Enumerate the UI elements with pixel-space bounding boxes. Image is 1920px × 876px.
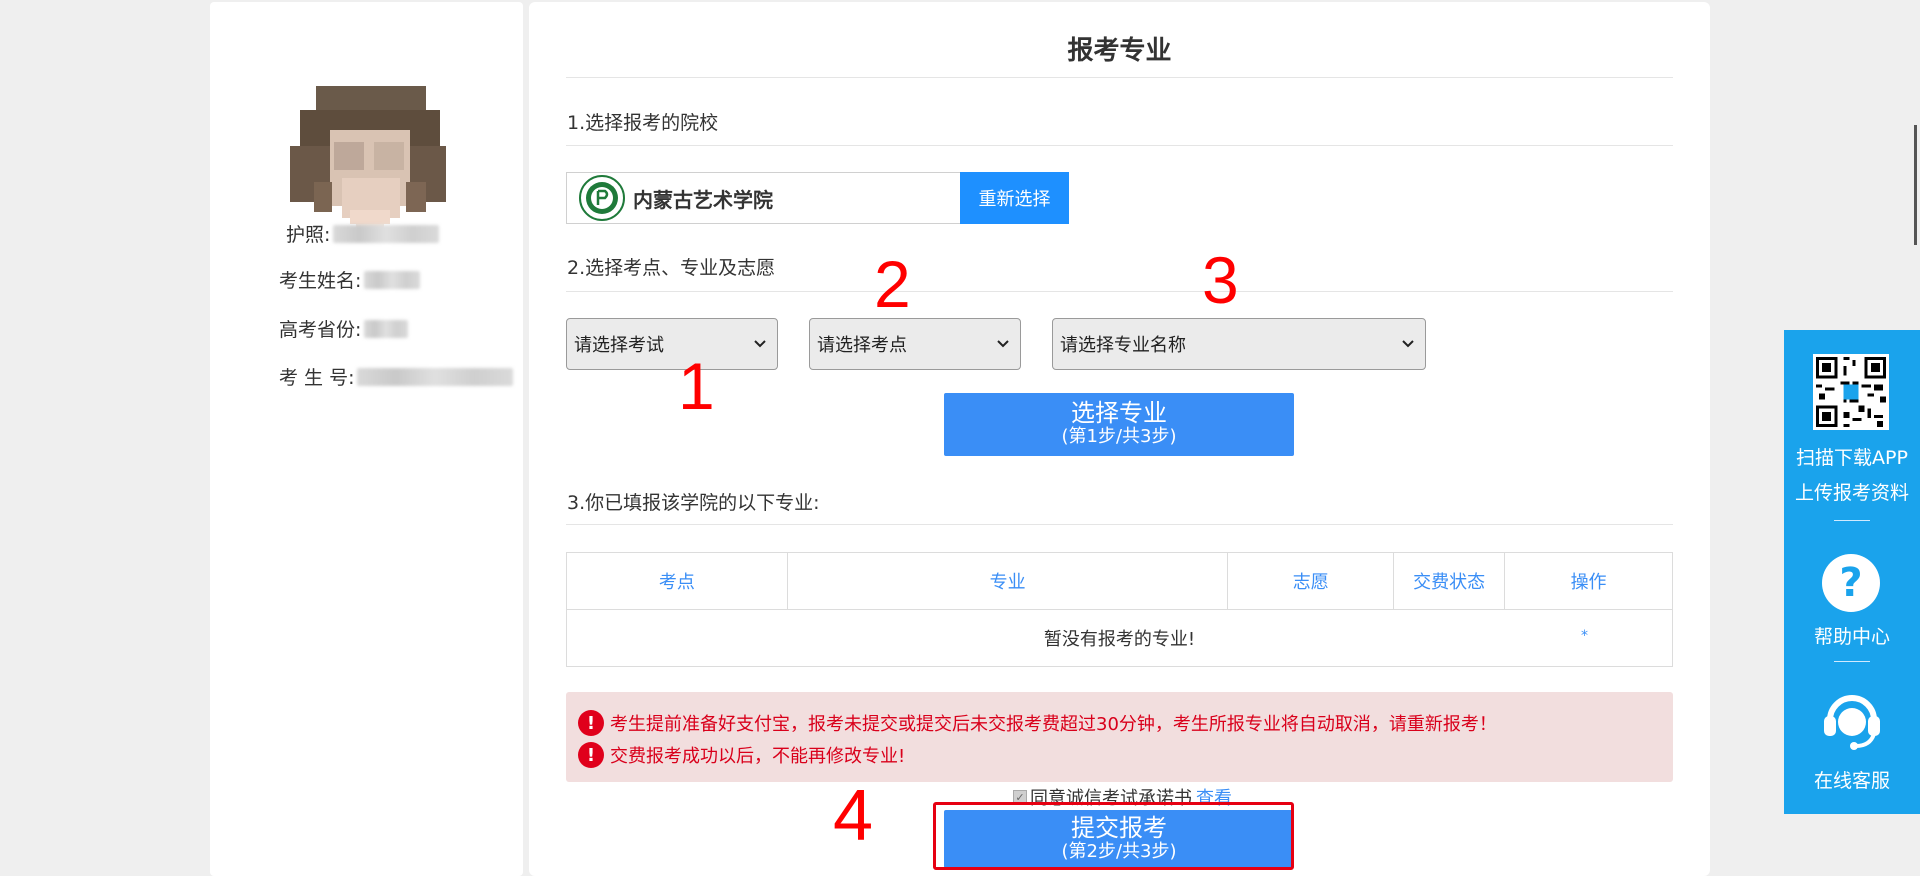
step3-title: 3.你已填报该学院的以下专业: [567, 492, 820, 514]
choose-major-button[interactable]: 选择专业 (第1步/共3步) [944, 393, 1294, 456]
col-header-major: 专业 [786, 552, 1229, 610]
province-row: 高考省份: [279, 315, 409, 342]
upload-materials-label[interactable]: 上传报考资料 [1784, 478, 1920, 505]
col-header-site: 考点 [566, 552, 788, 610]
divider [566, 524, 1673, 525]
passport-label: 护照: [286, 224, 331, 246]
registered-majors-table: 考点 专业 志愿 交费状态 操作 暂没有报考的专业! * [566, 552, 1673, 667]
chevron-down-icon [997, 340, 1009, 348]
site-select[interactable]: 请选择考点 [809, 318, 1021, 370]
help-icon[interactable]: ? [1822, 554, 1880, 612]
exclamation-icon: ! [578, 742, 604, 768]
scrollbar-thumb[interactable] [1914, 125, 1917, 245]
online-service-label[interactable]: 在线客服 [1784, 766, 1920, 793]
col-header-action: 操作 [1504, 552, 1673, 610]
passport-row: 护照: [286, 220, 440, 247]
page-title: 报考专业 [1067, 36, 1172, 66]
site-select-value: 请选择考点 [817, 335, 907, 356]
chevron-down-icon [754, 340, 766, 348]
exam-select[interactable]: 请选择考试 [566, 318, 778, 370]
profile-panel: 护照: 考生姓名: 高考省份: 考 生 号: [210, 2, 523, 876]
exam-select-value: 请选择考试 [574, 335, 664, 356]
qr-code-icon[interactable] [1813, 354, 1889, 430]
major-select-value: 请选择专业名称 [1060, 335, 1186, 356]
sidebar-divider [1834, 520, 1870, 521]
province-value-redacted [364, 319, 409, 338]
col-header-preference: 志愿 [1227, 552, 1395, 610]
empty-message: 暂没有报考的专业! * [566, 609, 1673, 667]
passport-value-redacted [333, 224, 440, 243]
scan-download-label[interactable]: 扫描下载APP [1784, 443, 1920, 470]
sidebar-divider [1834, 661, 1870, 662]
divider [566, 145, 1673, 146]
name-value-redacted [364, 270, 421, 289]
exam-no-value-redacted [357, 367, 514, 386]
floating-sidebar: 扫描下载APP 上传报考资料 ? 帮助中心 在线客服 [1784, 330, 1920, 814]
alert-line-1: ! 考生提前准备好支付宝，报考未提交或提交后未交报考费超过30分钟，考生所报专业… [578, 710, 1497, 736]
annotation-4: 4 [833, 776, 874, 856]
exam-no-label: 考 生 号: [279, 367, 355, 389]
empty-dot: * [1581, 628, 1588, 644]
major-select[interactable]: 请选择专业名称 [1052, 318, 1426, 370]
annotation-submit-outline [933, 802, 1294, 870]
step1-title: 1.选择报考的院校 [567, 112, 719, 134]
annotation-3: 3 [1202, 243, 1239, 317]
divider [566, 291, 1673, 292]
col-header-payment: 交费状态 [1393, 552, 1506, 610]
table-header-row: 考点 专业 志愿 交费状态 操作 [566, 552, 1673, 610]
help-center-label[interactable]: 帮助中心 [1784, 622, 1920, 649]
empty-text: 暂没有报考的专业! [1043, 629, 1196, 650]
chevron-down-icon [1402, 340, 1414, 348]
exclamation-icon: ! [578, 710, 604, 736]
province-label: 高考省份: [279, 319, 362, 341]
divider [566, 77, 1673, 78]
alert-line-2: ! 交费报考成功以后，不能再修改专业! [578, 742, 905, 768]
warning-alert: ! 考生提前准备好支付宝，报考未提交或提交后未交报考费超过30分钟，考生所报专业… [566, 692, 1673, 782]
headset-icon[interactable] [1818, 686, 1886, 754]
exam-no-row: 考 生 号: [279, 363, 514, 390]
table-row: 暂没有报考的专业! * [566, 609, 1673, 667]
selected-school: 内蒙古艺术学院 [566, 172, 961, 224]
name-label: 考生姓名: [279, 270, 362, 292]
alert-text-2: 交费报考成功以后，不能再修改专业! [610, 746, 906, 767]
reselect-button[interactable]: 重新选择 [960, 172, 1069, 224]
alert-text-1: 考生提前准备好支付宝，报考未提交或提交后未交报考费超过30分钟，考生所报专业将自… [610, 714, 1497, 735]
annotation-1: 1 [678, 349, 715, 423]
choose-major-step: (第1步/共3步) [1061, 426, 1177, 447]
school-name: 内蒙古艺术学院 [633, 187, 773, 212]
name-row: 考生姓名: [279, 266, 421, 293]
annotation-2: 2 [874, 247, 911, 321]
main-panel: 报考专业 1.选择报考的院校 内蒙古艺术学院 重新选择 2.选择考点、专业及志愿… [529, 2, 1710, 876]
choose-major-label: 选择专业 [1071, 399, 1167, 427]
step2-title: 2.选择考点、专业及志愿 [567, 257, 776, 279]
school-logo-icon [579, 175, 625, 221]
